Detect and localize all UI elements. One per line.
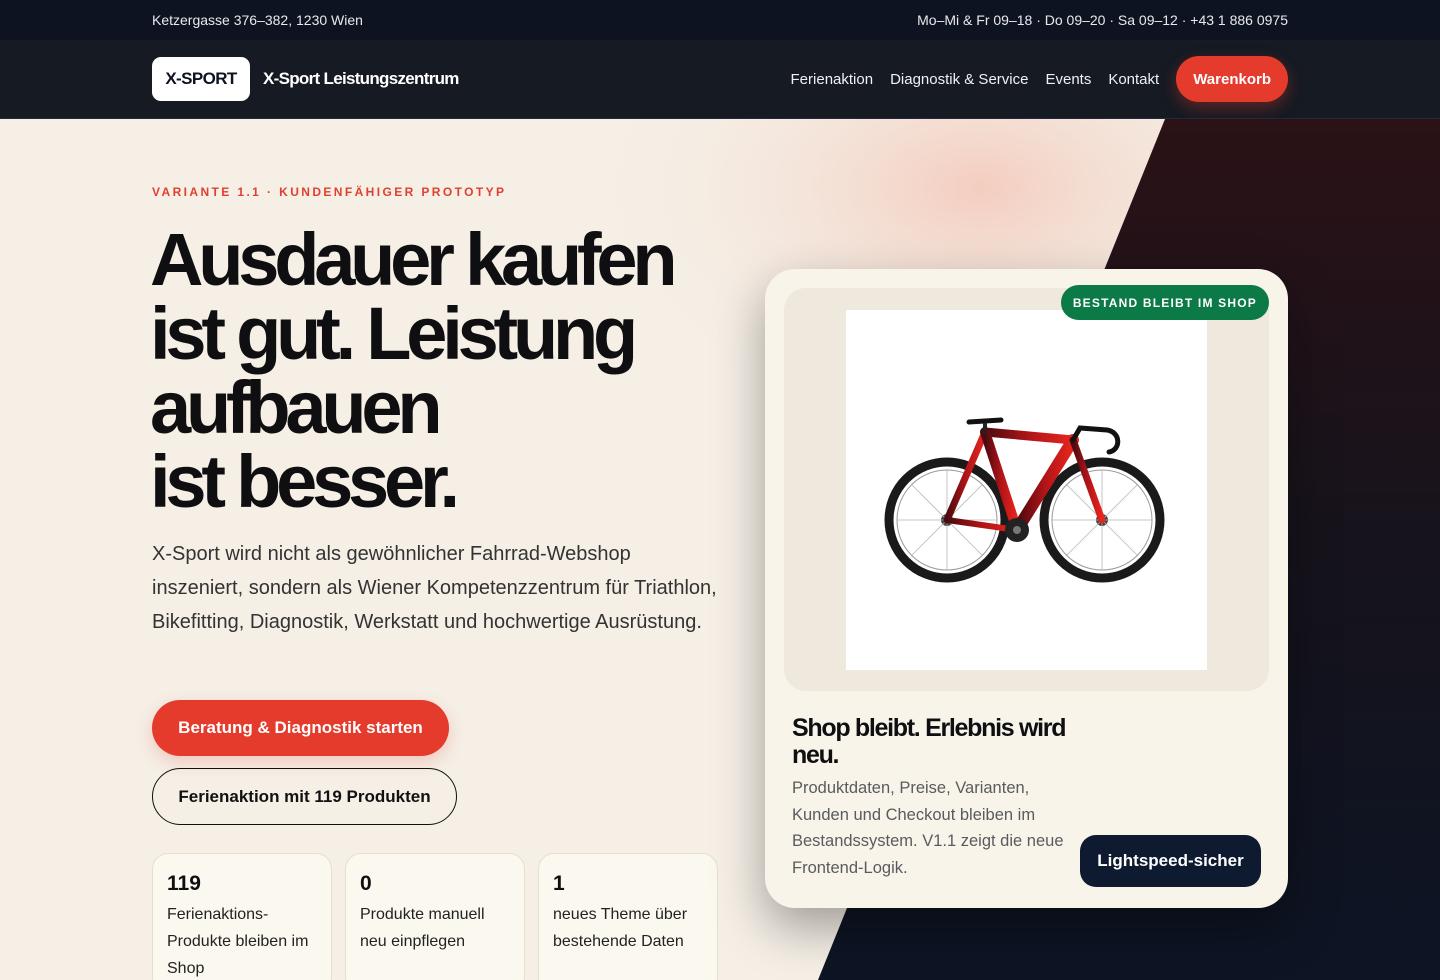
product-showcase-card: Bestand bleibt im Shop — [765, 269, 1288, 908]
nav-diagnostik-service[interactable]: Diagnostik & Service — [890, 71, 1028, 88]
brand[interactable]: X-SPORT X-Sport Leistungszentrum — [152, 57, 459, 101]
card-media: Bestand bleibt im Shop — [784, 285, 1269, 691]
stat-label: Produkte manuell neu einpflegen — [360, 906, 485, 950]
bike-image[interactable] — [846, 309, 1207, 670]
cart-button[interactable]: Warenkorb — [1176, 56, 1288, 102]
hero-section: Variante 1.1 · Kundenfähiger Prototyp Au… — [0, 119, 1440, 980]
store-address: Ketzergasse 376–382, 1230 Wien — [152, 12, 363, 28]
headline-line-1: Ausdauer kaufen — [150, 218, 678, 301]
lightspeed-safe-button[interactable]: Lightspeed-sicher — [1080, 835, 1261, 887]
headline-line-4: ist besser. — [150, 440, 460, 523]
consultation-button[interactable]: Beratung & Diagnostik starten — [152, 700, 449, 756]
stat-label: neues Theme über bestehende Daten — [553, 906, 688, 950]
stock-badge: Bestand bleibt im Shop — [1060, 285, 1269, 320]
site-header: X-SPORT X-Sport Leistungszentrum Feriena… — [0, 40, 1440, 119]
top-info-bar: Ketzergasse 376–382, 1230 Wien Mo–Mi & F… — [0, 0, 1440, 40]
main-nav: Ferienaktion Diagnostik & Service Events… — [791, 56, 1288, 102]
card-title: Shop bleibt. Erlebnis wird neu. — [792, 714, 1066, 769]
logo[interactable]: X-SPORT — [152, 57, 250, 101]
stat-card: 1 neues Theme über bestehende Daten — [538, 853, 718, 980]
stat-value: 119 — [167, 872, 201, 895]
headline-line-2: ist gut. Leistung — [150, 292, 638, 375]
stats-row: 119 Ferienaktions-Produkte bleiben im Sh… — [152, 853, 718, 980]
card-text: Produktdaten, Preise, Varianten, Kunden … — [792, 779, 1064, 877]
stat-value: 1 — [553, 872, 565, 895]
nav-kontakt[interactable]: Kontakt — [1108, 71, 1159, 88]
stat-card: 119 Ferienaktions-Produkte bleiben im Sh… — [152, 853, 332, 980]
hero-headline: Ausdauer kaufen ist gut. Leistung aufbau… — [150, 223, 750, 519]
hero-lede: X-Sport wird nicht als gewöhnlicher Fahr… — [152, 543, 717, 633]
sale-products-button[interactable]: Ferienaktion mit 119 Produkten — [152, 768, 457, 825]
stat-value: 0 — [360, 872, 372, 895]
nav-ferienaktion[interactable]: Ferienaktion — [791, 71, 874, 88]
headline-line-3: aufbauen — [150, 366, 443, 449]
stat-card: 0 Produkte manuell neu einpflegen — [345, 853, 525, 980]
stat-label: Ferienaktions-Produkte bleiben im Shop — [167, 906, 309, 977]
brand-name[interactable]: X-Sport Leistungszentrum — [263, 69, 459, 89]
nav-events[interactable]: Events — [1045, 71, 1091, 88]
opening-hours: Mo–Mi & Fr 09–18 · Do 09–20 · Sa 09–12 ·… — [917, 12, 1288, 28]
hero-eyebrow: Variante 1.1 · Kundenfähiger Prototyp — [152, 185, 507, 199]
road-bike-icon — [884, 417, 1164, 582]
